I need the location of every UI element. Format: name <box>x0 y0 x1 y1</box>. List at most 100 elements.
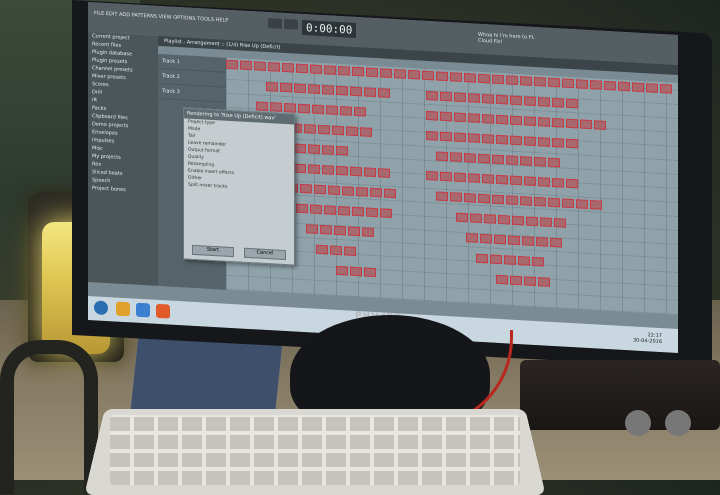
pattern-clip[interactable] <box>310 64 322 75</box>
pattern-clip[interactable] <box>314 184 326 195</box>
pattern-clip[interactable] <box>350 266 362 277</box>
pattern-clip[interactable] <box>522 236 534 246</box>
pattern-clip[interactable] <box>478 73 490 84</box>
pattern-clip[interactable] <box>506 195 518 206</box>
pattern-clip[interactable] <box>520 76 532 86</box>
pattern-clip[interactable] <box>350 166 362 177</box>
pattern-clip[interactable] <box>468 173 480 183</box>
pattern-clip[interactable] <box>464 193 476 203</box>
pattern-clip[interactable] <box>538 97 550 107</box>
pattern-clip[interactable] <box>482 174 494 184</box>
pattern-clip[interactable] <box>294 143 306 154</box>
pattern-clip[interactable] <box>450 72 462 82</box>
pattern-clip[interactable] <box>496 114 508 125</box>
pattern-clip[interactable] <box>468 133 480 143</box>
pattern-clip[interactable] <box>478 153 490 164</box>
pattern-clip[interactable] <box>618 81 630 92</box>
pattern-clip[interactable] <box>322 85 334 95</box>
pattern-clip[interactable] <box>524 176 536 187</box>
pattern-clip[interactable] <box>526 216 538 227</box>
pattern-clip[interactable] <box>510 115 522 126</box>
pattern-clip[interactable] <box>348 226 360 237</box>
pattern-clip[interactable] <box>270 102 282 112</box>
pattern-clip[interactable] <box>436 71 448 82</box>
pattern-clip[interactable] <box>342 186 354 196</box>
pattern-clip[interactable] <box>294 83 306 94</box>
pattern-clip[interactable] <box>482 114 494 124</box>
pattern-clip[interactable] <box>484 214 496 224</box>
pattern-clip[interactable] <box>538 117 550 127</box>
pattern-clip[interactable] <box>492 154 504 165</box>
pattern-clip[interactable] <box>266 81 278 92</box>
pattern-clip[interactable] <box>240 60 252 71</box>
pattern-clip[interactable] <box>306 224 318 234</box>
pattern-clip[interactable] <box>482 134 494 144</box>
pattern-clip[interactable] <box>576 79 588 89</box>
pattern-clip[interactable] <box>540 217 552 227</box>
pattern-clip[interactable] <box>330 245 342 256</box>
pattern-clip[interactable] <box>520 156 532 166</box>
pattern-clip[interactable] <box>492 194 504 205</box>
pattern-clip[interactable] <box>496 94 508 105</box>
pattern-clip[interactable] <box>454 112 466 123</box>
pattern-clip[interactable] <box>352 66 364 77</box>
pattern-clip[interactable] <box>294 163 306 174</box>
pattern-clip[interactable] <box>324 65 336 75</box>
pattern-clip[interactable] <box>356 186 368 197</box>
pattern-clip[interactable] <box>492 74 504 85</box>
pattern-clip[interactable] <box>536 237 548 247</box>
pattern-clip[interactable] <box>440 131 452 142</box>
play-button[interactable] <box>268 18 282 29</box>
pattern-clip[interactable] <box>508 235 520 246</box>
pattern-clip[interactable] <box>366 67 378 78</box>
pattern-clip[interactable] <box>468 93 480 103</box>
pattern-clip[interactable] <box>464 153 476 163</box>
stop-button[interactable] <box>284 18 298 30</box>
pattern-clip[interactable] <box>384 188 396 199</box>
pattern-clip[interactable] <box>354 106 366 117</box>
pattern-clip[interactable] <box>338 205 350 216</box>
track-label[interactable]: Track 3 <box>158 83 226 103</box>
pattern-clip[interactable] <box>548 197 560 208</box>
start-button[interactable]: Start <box>192 244 234 258</box>
pattern-clip[interactable] <box>510 175 522 186</box>
pattern-clip[interactable] <box>436 191 448 202</box>
pattern-clip[interactable] <box>490 254 502 265</box>
pattern-clip[interactable] <box>360 127 372 137</box>
pattern-clip[interactable] <box>562 198 574 209</box>
pattern-clip[interactable] <box>454 92 466 103</box>
pattern-clip[interactable] <box>552 117 564 128</box>
pattern-clip[interactable] <box>538 277 550 287</box>
pattern-clip[interactable] <box>364 87 376 98</box>
pattern-clip[interactable] <box>362 227 374 237</box>
pattern-clip[interactable] <box>660 83 672 94</box>
pattern-clip[interactable] <box>562 78 574 89</box>
pattern-clip[interactable] <box>468 113 480 123</box>
pattern-clip[interactable] <box>494 234 506 245</box>
pattern-clip[interactable] <box>336 145 348 156</box>
pattern-clip[interactable] <box>520 196 532 206</box>
browser-icon[interactable] <box>136 302 150 318</box>
pattern-clip[interactable] <box>478 193 490 204</box>
pattern-clip[interactable] <box>254 61 266 71</box>
pattern-clip[interactable] <box>566 138 578 149</box>
folder-icon[interactable] <box>116 301 130 317</box>
pattern-clip[interactable] <box>310 204 322 215</box>
main-menu[interactable]: FILE EDIT ADD PATTERNS VIEW OPTIONS TOOL… <box>94 10 228 24</box>
pattern-clip[interactable] <box>378 168 390 178</box>
pattern-clip[interactable] <box>336 165 348 176</box>
pattern-clip[interactable] <box>336 265 348 276</box>
pattern-clip[interactable] <box>524 96 536 107</box>
pattern-clip[interactable] <box>298 103 310 114</box>
pattern-clip[interactable] <box>256 101 268 112</box>
pattern-clip[interactable] <box>538 177 550 187</box>
pattern-clip[interactable] <box>506 75 518 86</box>
pattern-clip[interactable] <box>312 104 324 115</box>
pattern-clip[interactable] <box>370 187 382 198</box>
pattern-clip[interactable] <box>548 77 560 88</box>
pattern-clip[interactable] <box>496 134 508 145</box>
pattern-clip[interactable] <box>470 213 482 224</box>
pattern-clip[interactable] <box>308 84 320 94</box>
pattern-clip[interactable] <box>580 119 592 130</box>
pattern-clip[interactable] <box>364 167 376 178</box>
